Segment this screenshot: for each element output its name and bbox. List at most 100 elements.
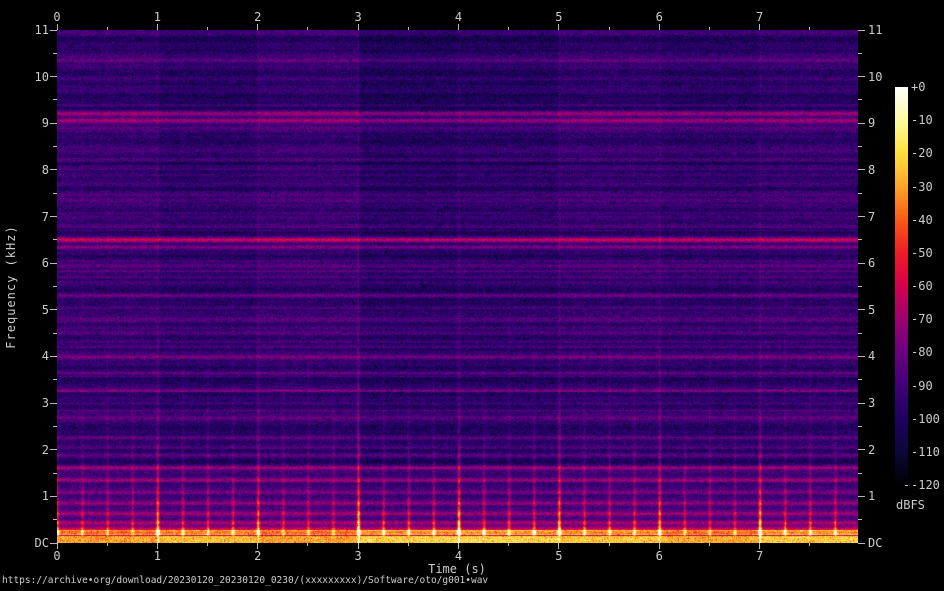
y-axis-right-minor-tick [858,146,862,148]
x-axis-top-tick-label: 6 [655,10,663,24]
x-axis-top-tick [357,24,359,30]
x-axis-top-minor-tick [708,27,710,30]
x-axis-top-tick-label: 0 [53,10,61,24]
x-axis-top-tick-label: 2 [254,10,262,24]
colorbar-tick-label: -30 [911,179,933,194]
y-axis-left-tick [50,449,57,451]
x-axis-top-tick-label: 3 [354,10,362,24]
y-axis-right-tick-label: 4 [868,349,876,364]
colorbar-tick-label: -120 [911,478,940,492]
y-axis-right-tick-label: 9 [868,116,876,131]
colorbar-tick-label: -110 [911,444,940,459]
y-axis-left-tick [50,216,57,218]
y-axis-right-minor-tick [858,379,862,381]
x-axis-bottom-minor-tick [207,543,209,546]
colorbar-tick-label: -100 [911,411,940,426]
y-axis-right-tick-label: DC [868,536,883,550]
spectrogram-page: 0 0 1 1 2 2 3 3 4 4 5 5 6 6 7 7 11 11 10 10 9 9 8 8 7 7 6 6 5 5 4 4 3 3 2 2… [0,0,944,591]
y-axis-left-minor-tick [53,146,57,148]
x-axis-top-minor-tick [809,27,811,30]
y-axis-left-tick-label: 8 [41,162,49,177]
y-axis-right-tick-label: 1 [868,489,876,504]
colorbar-tick-label: +0 [911,80,926,94]
y-axis-left-minor-tick [53,425,57,427]
y-axis-left-tick [50,122,57,124]
x-axis-bottom-tick-label: 7 [756,549,764,563]
colorbar-tick-label: -50 [911,245,933,260]
x-axis-bottom-minor-tick [407,543,409,546]
y-axis-left-tick [50,76,57,78]
y-axis-right-tick-label: 10 [868,69,883,84]
y-axis-right-tick [858,449,865,451]
x-axis-top-tick-label: 7 [756,10,764,24]
x-axis-bottom-tick-label: 3 [354,549,362,563]
y-axis-left-tick-label: DC [34,536,49,550]
x-axis-bottom-tick-label: 1 [153,549,161,563]
y-axis-right-tick [858,309,865,311]
colorbar-tick-label: -80 [911,345,933,360]
y-axis-left-tick-label: 11 [34,23,49,37]
x-axis-bottom-tick-label: 5 [555,549,563,563]
x-axis-top-tick [257,24,259,30]
colorbar-tick-label: -60 [911,279,933,293]
y-axis-right-minor-tick [858,472,862,474]
y-axis-left-tick [50,495,57,497]
y-axis-right-minor-tick [858,286,862,287]
y-axis-right-tick-label: 11 [868,23,883,37]
y-axis-right-tick [858,29,865,31]
y-axis-right-minor-tick [858,332,862,334]
x-axis-bottom-tick-label: 6 [655,549,663,563]
y-axis-left-tick-label: 9 [41,116,49,131]
x-axis-bottom-minor-tick [608,543,610,546]
y-axis-right-tick-label: 2 [868,442,876,457]
spectrogram-plot [57,30,858,543]
y-axis-right-minor-tick [858,239,862,241]
y-axis-left-minor-tick [53,332,57,334]
y-axis-left-minor-tick [53,472,57,474]
x-axis-top-minor-tick [106,27,108,30]
y-axis-left-tick [50,29,57,31]
y-axis-right-tick-label: 7 [868,209,876,224]
x-axis-bottom-minor-tick [508,543,510,546]
x-axis-bottom-tick-label: 4 [454,549,463,563]
y-axis-right-tick [858,76,865,78]
x-axis-bottom-minor-tick [809,543,811,546]
y-axis-left-minor-tick [53,379,57,381]
y-axis-left-tick [50,542,57,544]
colorbar-tick-label: -20 [911,146,933,161]
colorbar-tick-label: -70 [911,312,933,327]
y-axis-left-tick-label: 4 [41,349,49,364]
y-axis-right-tick [858,216,865,218]
y-axis-left-tick [50,262,57,264]
x-axis-top-tick [759,24,761,30]
y-axis-left-tick-label: 2 [41,442,49,457]
x-axis-top-minor-tick [207,27,209,30]
y-axis-right-tick-label: 8 [868,162,876,177]
x-axis-top-tick-label: 4 [454,10,463,24]
y-axis-left-minor-tick [53,519,57,521]
y-axis-left-tick [50,169,57,171]
x-axis-top-tick [658,24,660,30]
y-axis-right-tick [858,542,865,544]
y-axis-left-tick [50,309,57,311]
y-axis-left-tick [50,355,57,357]
x-axis-bottom-tick-label: 0 [53,549,61,563]
x-axis-top-tick [558,24,560,30]
y-axis-right-tick [858,355,865,357]
x-axis-bottom-minor-tick [307,543,309,546]
y-axis-left-minor-tick [53,239,57,241]
y-axis-left-tick-label: 10 [34,69,49,84]
y-axis-left-tick-label: 3 [41,396,49,411]
y-axis-right-tick [858,402,865,404]
y-axis-right-minor-tick [858,52,862,54]
x-axis-bottom-minor-tick [106,543,108,546]
x-axis-top-tick [156,24,158,30]
x-axis-top-minor-tick [307,27,309,30]
y-axis-right-minor-tick [858,519,862,521]
x-axis-bottom-minor-tick [708,543,710,546]
colorbar-tick-label: -40 [911,212,933,227]
y-axis-right-tick [858,495,865,497]
y-axis-left-tick [50,402,57,404]
x-axis-bottom-tick-label: 2 [254,549,262,563]
y-axis-right-minor-tick [858,99,862,101]
